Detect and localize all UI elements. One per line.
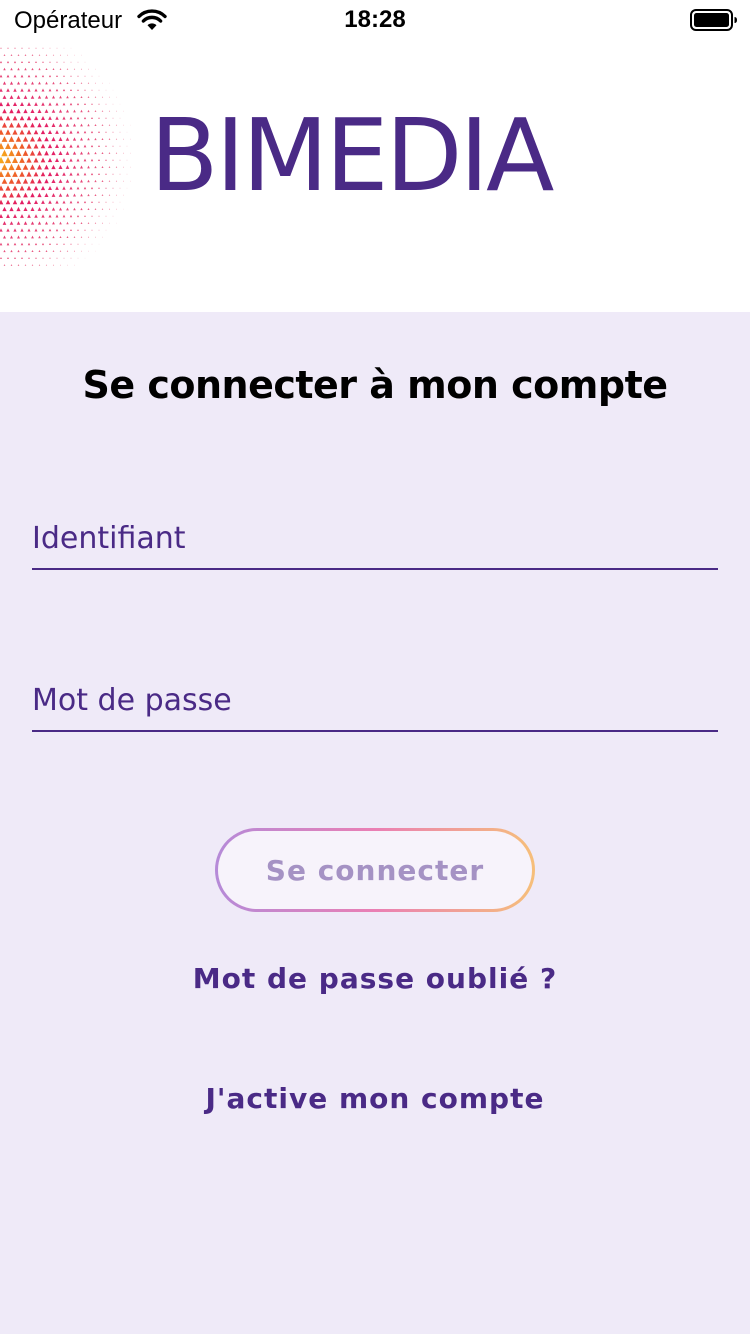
login-panel: Se connecter à mon compte Se connecter M… [0, 312, 750, 1334]
password-field[interactable] [32, 670, 718, 732]
login-button-label: Se connecter [265, 853, 485, 887]
username-field[interactable] [32, 508, 718, 570]
page-title: Se connecter à mon compte [82, 363, 668, 407]
status-time: 18:28 [344, 6, 406, 33]
login-button-inner: Se connecter [218, 831, 532, 909]
password-input[interactable] [32, 670, 718, 730]
logo-pattern-icon [0, 47, 131, 266]
forgot-password-link[interactable]: Mot de passe oublié ? [0, 962, 750, 995]
activate-account-link[interactable]: J'active mon compte [0, 1082, 750, 1115]
login-button[interactable]: Se connecter [215, 828, 535, 912]
brand-logo-text: BIMEDIA [150, 97, 554, 214]
username-input[interactable] [32, 508, 718, 568]
app-header: BIMEDIA [0, 42, 750, 312]
battery-icon [690, 9, 737, 31]
status-bar: Opérateur 18:28 [0, 0, 750, 42]
